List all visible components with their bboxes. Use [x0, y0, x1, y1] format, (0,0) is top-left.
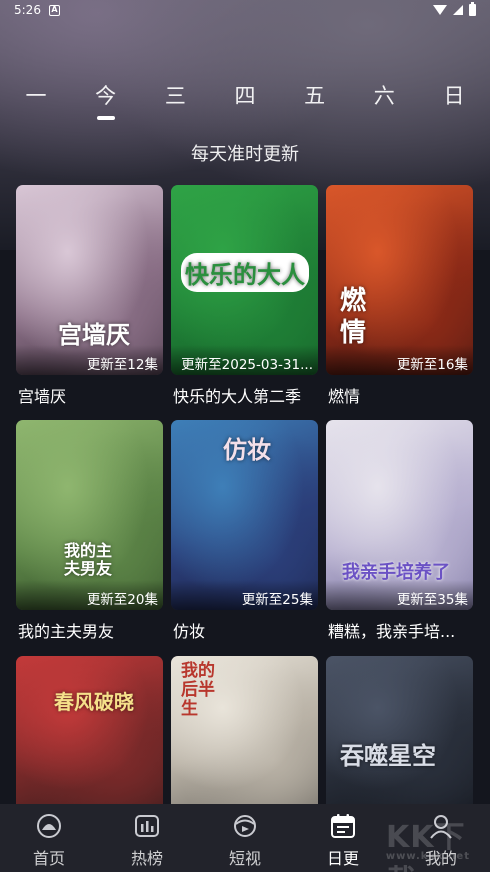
nav-ranking[interactable]: 热榜: [98, 804, 196, 872]
page-subtitle: 每天准时更新: [191, 144, 299, 165]
home-icon: [37, 814, 61, 838]
update-badge: 更新至35集: [326, 580, 473, 610]
tab-day-3[interactable]: 三: [159, 80, 191, 120]
tab-day-6[interactable]: 六: [368, 80, 400, 120]
poster-title-text: 我的后半生: [181, 661, 215, 719]
tab-day-5[interactable]: 五: [299, 80, 331, 120]
poster-image: 仿妆 更新至25集: [171, 420, 318, 610]
poster-image: 吞噬星空: [326, 656, 473, 804]
drama-card[interactable]: 我亲手培养了 更新至35集 糟糕，我亲手培...: [326, 420, 473, 655]
drama-card[interactable]: 燃情 更新至16集 燃情: [326, 185, 473, 420]
battery-icon: [469, 2, 476, 16]
drama-title: 宫墙厌: [18, 387, 67, 406]
drama-card[interactable]: 我的主夫男友 更新至20集 我的主夫男友: [16, 420, 163, 655]
nav-label: 短视: [228, 849, 261, 868]
status-time: 5:26: [14, 3, 41, 17]
nav-daily-update[interactable]: 日更: [294, 804, 392, 872]
drama-card[interactable]: 快乐的大人 更新至2025-03-31... 快乐的大人第二季: [171, 185, 318, 420]
signal-icon: [453, 5, 463, 15]
short-video-icon: [234, 815, 256, 837]
poster-image: 我亲手培养了 更新至35集: [326, 420, 473, 610]
poster-title-text: 快乐的大人: [181, 253, 309, 292]
drama-card[interactable]: 宫墙厌 更新至12集 宫墙厌: [16, 185, 163, 420]
poster-image: 宫墙厌 更新至12集: [16, 185, 163, 375]
watermark-logo: KK下载 www.kkx.net: [385, 812, 482, 872]
update-badge: 更新至16集: [326, 345, 473, 375]
poster-title-text: 吞噬星空: [340, 741, 436, 770]
tab-day-7[interactable]: 日: [438, 80, 470, 120]
poster-image: 春风破晓: [16, 656, 163, 804]
nav-label: 日更: [326, 849, 359, 868]
calendar-icon: [331, 814, 355, 838]
update-badge: 更新至12集: [16, 345, 163, 375]
poster-title-text: 我的主夫男友: [64, 541, 113, 578]
drama-title: 仿妆: [173, 622, 206, 641]
tab-day-4[interactable]: 四: [229, 80, 261, 120]
day-tabs: 一 今 三 四 五 六 日: [0, 80, 490, 126]
nav-home[interactable]: 首页: [0, 804, 98, 872]
drama-card[interactable]: 仿妆 更新至25集 仿妆: [171, 420, 318, 655]
poster-title-text: 仿妆: [223, 435, 271, 464]
drama-grid: 宫墙厌 更新至12集 宫墙厌 快乐的大人 更新至2025-03-31... 快乐…: [16, 185, 476, 655]
poster-image: 快乐的大人 更新至2025-03-31...: [171, 185, 318, 375]
drama-title: 快乐的大人第二季: [173, 387, 302, 406]
wifi-icon: [433, 5, 447, 15]
tab-day-1[interactable]: 一: [20, 80, 52, 120]
drama-title: 燃情: [328, 387, 361, 406]
tab-day-today[interactable]: 今: [90, 80, 122, 120]
update-badge: 更新至2025-03-31...: [171, 345, 318, 375]
status-bar: 5:26 A: [0, 0, 490, 20]
drama-title: 我的主夫男友: [18, 622, 115, 641]
nav-label: 首页: [32, 849, 65, 868]
watermark-url: www.kkx.net: [385, 851, 470, 862]
poster-image: 我的主夫男友 更新至20集: [16, 420, 163, 610]
update-badge: 更新至25集: [171, 580, 318, 610]
poster-title-text: 春风破晓: [54, 690, 134, 714]
drama-title: 糟糕，我亲手培...: [328, 622, 456, 641]
notification-icon: A: [48, 4, 60, 16]
chart-icon: [135, 815, 159, 837]
poster-image: 燃情 更新至16集: [326, 185, 473, 375]
nav-short-video[interactable]: 短视: [196, 804, 294, 872]
poster-image: 我的后半生: [171, 656, 318, 804]
update-badge: 更新至20集: [16, 580, 163, 610]
poster-title-text: 燃情: [340, 286, 367, 348]
poster-art: [326, 656, 473, 804]
nav-label: 热榜: [130, 849, 163, 868]
poster-art: [16, 656, 163, 804]
